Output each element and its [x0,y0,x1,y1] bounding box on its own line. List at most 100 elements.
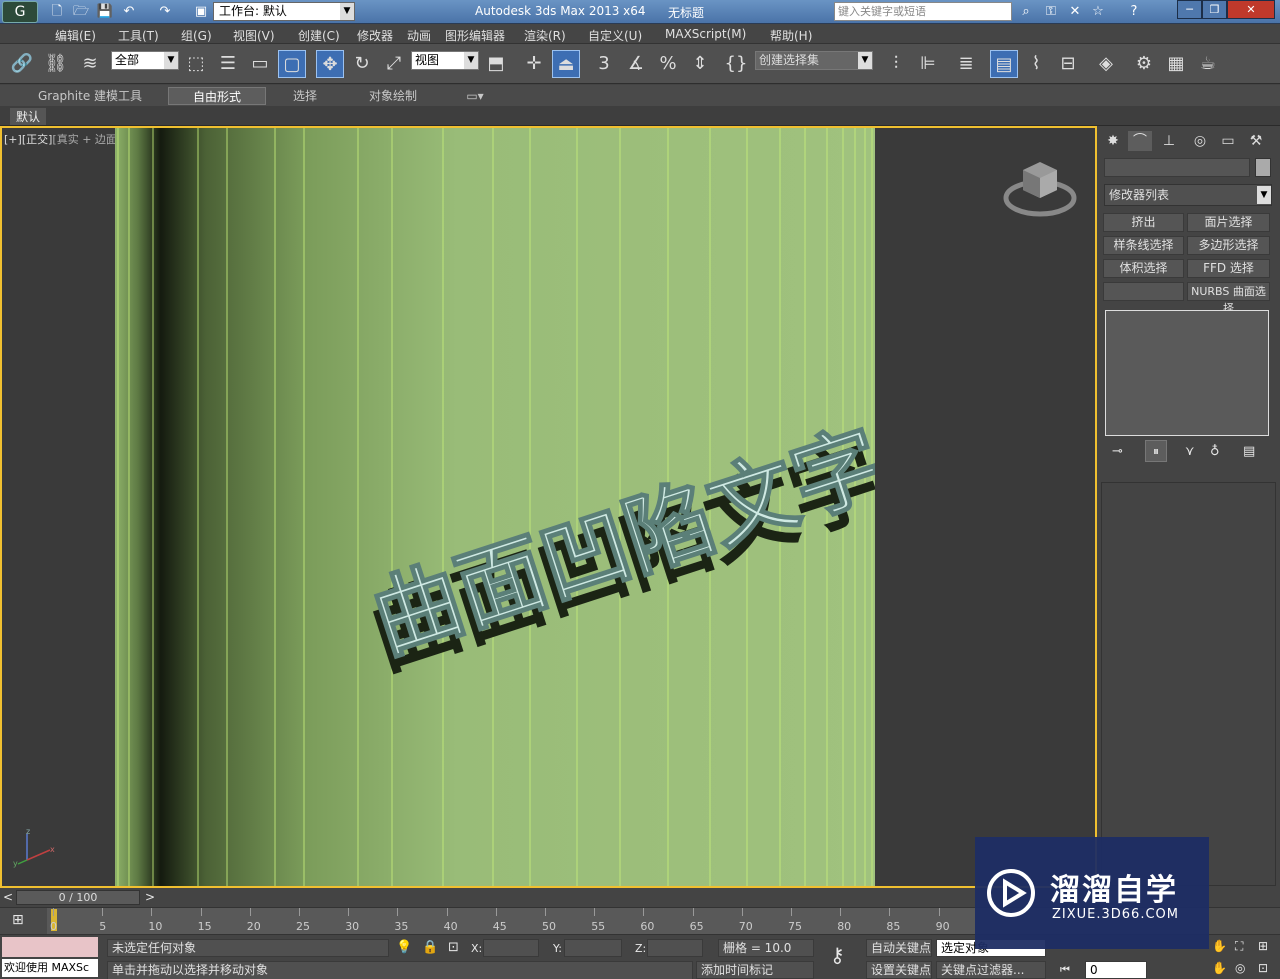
z-coordinate-field[interactable] [647,939,703,957]
menu-tools[interactable]: 工具(T) [118,27,159,44]
rendered-frame-window-icon[interactable]: ▦ [1162,50,1190,78]
key-icon[interactable]: ⚿ [1042,3,1060,20]
ribbon-toggle-icon[interactable]: ▤ [990,50,1018,78]
set-key-icon[interactable]: ⚷ [830,943,845,967]
menu-animation[interactable]: 动画 [407,27,431,44]
tab-object-paint[interactable]: 对象绘制 [358,87,428,105]
make-unique-icon[interactable]: ⋎ [1185,444,1195,459]
modifier-spline-select-button[interactable]: 样条线选择 [1103,236,1184,255]
modifier-ffd-select-button[interactable]: FFD 选择 [1187,259,1270,278]
x-coordinate-field[interactable] [483,939,539,957]
menu-help[interactable]: 帮助(H) [770,27,812,44]
app-logo-icon[interactable]: G [2,1,38,23]
key-filters-button[interactable]: 关键点过滤器... [936,961,1046,979]
hierarchy-tab-icon[interactable]: ⊥ [1157,131,1181,151]
menu-create[interactable]: 创建(C) [298,27,340,44]
viewport-label[interactable]: [+][正交][真实 + 边面] [4,131,121,147]
modifier-extrude-button[interactable]: 挤出 [1103,213,1184,232]
schematic-view-icon[interactable]: ⊟ [1054,50,1082,78]
set-key-button[interactable]: 设置关键点 [866,961,932,979]
modifier-vol-select-button[interactable]: 体积选择 [1103,259,1184,278]
next-frame-icon[interactable]: > [145,890,155,904]
show-end-result-icon[interactable]: ⏸ [1145,440,1167,462]
mirror-icon[interactable]: ⫶ [882,50,910,78]
percent-snap-icon[interactable]: % [654,50,682,78]
mini-curve-editor-icon[interactable]: ⊞ [12,912,24,928]
menu-group[interactable]: 组(G) [181,27,212,44]
configure-modifier-sets-icon[interactable]: ▤ [1243,444,1255,459]
help-icon[interactable]: ? [1125,3,1143,20]
pin-stack-icon[interactable]: ⊸ [1112,444,1123,459]
time-slider-thumb[interactable]: 0 / 100 [16,890,140,905]
display-tab-icon[interactable]: ▭ [1216,131,1240,151]
modifier-nurbs-select-button[interactable]: NURBS 曲面选择 [1187,282,1270,315]
open-file-icon[interactable]: 🗁 [72,3,90,20]
maxscript-mini[interactable]: 欢迎使用 MAXSc [2,959,98,977]
tab-selection[interactable]: 选择 [280,87,330,105]
viewcube[interactable] [1003,158,1077,220]
modifier-poly-select-button[interactable]: 多边形选择 [1187,236,1270,255]
modifier-patch-select-button[interactable]: 面片选择 [1187,213,1270,232]
select-scale-icon[interactable]: ⤢ [380,50,408,78]
viewport-shading-label[interactable]: [真实 + 边面] [52,133,121,146]
restore-button[interactable]: ❐ [1202,0,1227,19]
menu-modifiers[interactable]: 修改器 [357,27,393,44]
menu-maxscript[interactable]: MAXScript(M) [665,27,746,41]
lock-icon[interactable]: 🔒 [422,940,438,955]
spinner-snap-icon[interactable]: ⇕ [686,50,714,78]
pan-icon[interactable]: ✋ [1212,939,1227,953]
bind-spacewarp-icon[interactable]: ≋ [76,50,104,78]
new-file-icon[interactable]: 🗋 [48,3,66,20]
rectangular-selection-icon[interactable]: ▭ [246,50,274,78]
maxscript-listener[interactable] [2,937,98,957]
auto-key-button[interactable]: 自动关键点 [866,939,932,957]
star-icon[interactable]: ☆ [1089,3,1107,20]
create-tab-icon[interactable]: ✸ [1101,131,1125,151]
modifier-empty-button[interactable] [1103,282,1184,301]
modifier-stack-window[interactable] [1105,310,1269,436]
select-manipulate-icon[interactable]: ✛ [520,50,548,78]
minimize-button[interactable]: ─ [1177,0,1202,19]
menu-views[interactable]: 视图(V) [233,27,275,44]
close-button[interactable]: ✕ [1227,0,1275,19]
keyboard-shortcut-override-icon[interactable]: ⏏ [552,50,580,78]
viewport-pov-label[interactable]: [正交] [22,133,53,146]
menu-customize[interactable]: 自定义(U) [588,27,642,44]
select-rotate-icon[interactable]: ↻ [348,50,376,78]
maximize-viewport-icon[interactable]: ⊡ [1258,961,1268,975]
binoculars-icon[interactable]: ⌕ [1017,3,1035,20]
field-of-view-icon[interactable]: ◎ [1235,961,1245,975]
motion-tab-icon[interactable]: ◎ [1188,131,1212,151]
edit-named-selection-icon[interactable]: {} [722,50,750,78]
y-coordinate-field[interactable] [564,939,622,957]
tools-icon[interactable]: ✕ [1066,3,1084,20]
add-time-tag[interactable]: 添加时间标记 [696,961,814,979]
tab-graphite[interactable]: Graphite 建模工具 [30,87,150,105]
menu-graph-editors[interactable]: 图形编辑器 [445,27,505,44]
remove-modifier-icon[interactable]: ♁ [1210,444,1220,459]
select-by-name-icon[interactable]: ☰ [214,50,242,78]
render-setup-icon[interactable]: ⚙ [1130,50,1158,78]
undo-icon[interactable]: ↶ [120,3,138,20]
curve-editor-icon[interactable]: ⌇ [1022,50,1050,78]
snaps-toggle-icon[interactable]: 3 [590,50,618,78]
redo-icon[interactable]: ↷ [156,3,174,20]
zoom-region-icon[interactable]: ⊞ [1258,939,1268,953]
ribbon-options-icon[interactable]: ▭▾ [462,87,488,105]
angle-snap-icon[interactable]: ∡ [622,50,650,78]
reference-coordinate-dropdown[interactable]: 视图 ▼ [411,51,479,70]
selection-filter-dropdown[interactable]: 全部 ▼ [111,51,179,70]
named-selection-dropdown[interactable]: 创建选择集 ▼ [755,51,873,70]
search-input[interactable]: 键入关键字或短语 [834,2,1012,21]
prev-frame-icon[interactable]: < [3,890,13,904]
ribbon-sub-label[interactable]: 默认 [10,108,47,125]
menu-rendering[interactable]: 渲染(R) [524,27,566,44]
window-crossing-icon[interactable]: ▢ [278,50,306,78]
tab-freeform[interactable]: 自由形式 [168,87,266,105]
absolute-mode-icon[interactable]: ⊡ [448,940,459,955]
object-color-swatch[interactable] [1255,158,1271,177]
pivot-center-icon[interactable]: ⬒ [482,50,510,78]
modify-tab-icon[interactable]: ⌒ [1128,131,1152,151]
go-to-start-icon[interactable]: ⏮ [1060,963,1070,977]
workspace-dropdown[interactable]: 工作台: 默认 ▼ [213,2,355,21]
